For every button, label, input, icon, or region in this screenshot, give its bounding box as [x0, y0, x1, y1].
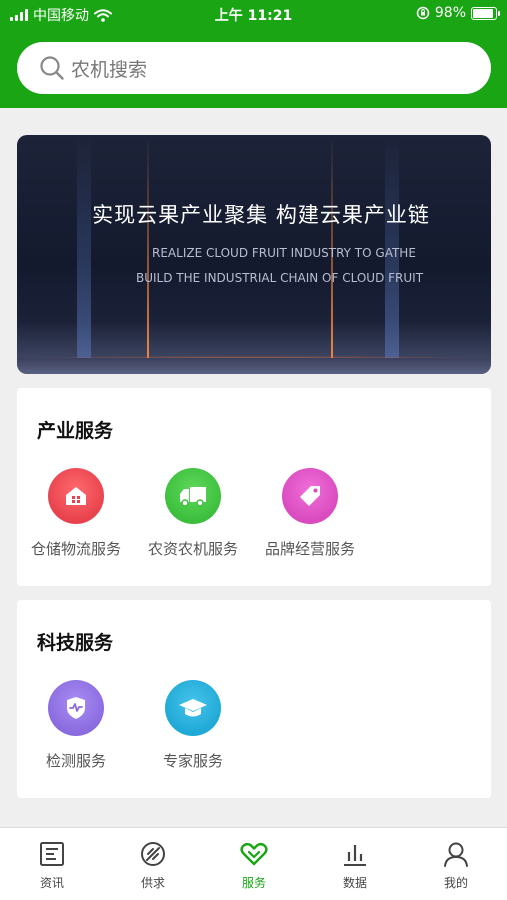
- agri-machinery-service[interactable]: 农资农机服务: [134, 468, 252, 559]
- promo-banner[interactable]: 实现云果产业聚集 构建云果产业链 REALIZE CLOUD FRUIT IND…: [17, 135, 491, 374]
- industry-services-card: 产业服务 仓储物流服务 农资农机服务 品牌经营服务: [17, 388, 491, 586]
- service-label: 检测服务: [45, 752, 106, 770]
- orientation-lock-icon: [416, 6, 430, 20]
- header: 中国移动 上午 11:21 98% 农机搜索: [0, 0, 507, 108]
- expert-service[interactable]: 专家服务: [134, 680, 252, 771]
- graduation-cap-icon: [179, 699, 207, 717]
- tab-supply-demand[interactable]: 供求: [113, 840, 193, 891]
- bar-chart-icon: [344, 845, 366, 866]
- tag-icon: [300, 486, 320, 506]
- tab-news[interactable]: 资讯: [12, 840, 92, 891]
- service-label: 农资农机服务: [147, 540, 238, 558]
- tab-label: 供求: [140, 876, 165, 890]
- shield-icon: [67, 697, 85, 719]
- news-icon: [40, 842, 64, 866]
- tab-label: 我的: [443, 876, 468, 890]
- brand-operation-service[interactable]: 品牌经营服务: [251, 468, 369, 559]
- service-label: 专家服务: [162, 752, 223, 770]
- warehouse-icon: [66, 487, 86, 505]
- section-title: 科技服务: [37, 632, 114, 654]
- tab-label: 数据: [342, 876, 367, 890]
- tab-data[interactable]: 数据: [315, 840, 395, 891]
- tab-services[interactable]: 服务: [214, 840, 294, 891]
- testing-service[interactable]: 检测服务: [17, 680, 135, 771]
- tab-label: 资讯: [39, 876, 64, 890]
- banner-subtitle-1: REALIZE CLOUD FRUIT INDUSTRY TO GATHE: [152, 246, 416, 260]
- bottom-tab-bar: 资讯 供求 服务 数据 我的: [0, 827, 507, 900]
- search-placeholder: 农机搜索: [71, 58, 148, 81]
- service-label: 仓储物流服务: [30, 540, 121, 558]
- warehouse-logistics-service[interactable]: 仓储物流服务: [17, 468, 135, 559]
- user-icon: [444, 842, 468, 867]
- battery-percent: 98%: [434, 5, 466, 21]
- tab-label: 服务: [241, 876, 266, 890]
- search-icon: [40, 56, 64, 80]
- service-label: 品牌经营服务: [264, 540, 355, 558]
- supply-demand-icon: [141, 842, 165, 866]
- section-title: 产业服务: [37, 420, 114, 442]
- search-input[interactable]: 农机搜索: [17, 42, 491, 94]
- truck-icon: [180, 487, 206, 507]
- banner-title: 实现云果产业聚集 构建云果产业链: [92, 203, 430, 227]
- heart-icon: [240, 842, 268, 866]
- tech-services-card: 科技服务 检测服务 专家服务: [17, 600, 491, 798]
- banner-subtitle-2: BUILD THE INDUSTRIAL CHAIN OF CLOUD FRUI…: [136, 271, 424, 285]
- tab-mine[interactable]: 我的: [416, 840, 496, 891]
- battery-icon: [471, 6, 500, 20]
- status-bar: 中国移动 上午 11:21 98%: [0, 0, 507, 28]
